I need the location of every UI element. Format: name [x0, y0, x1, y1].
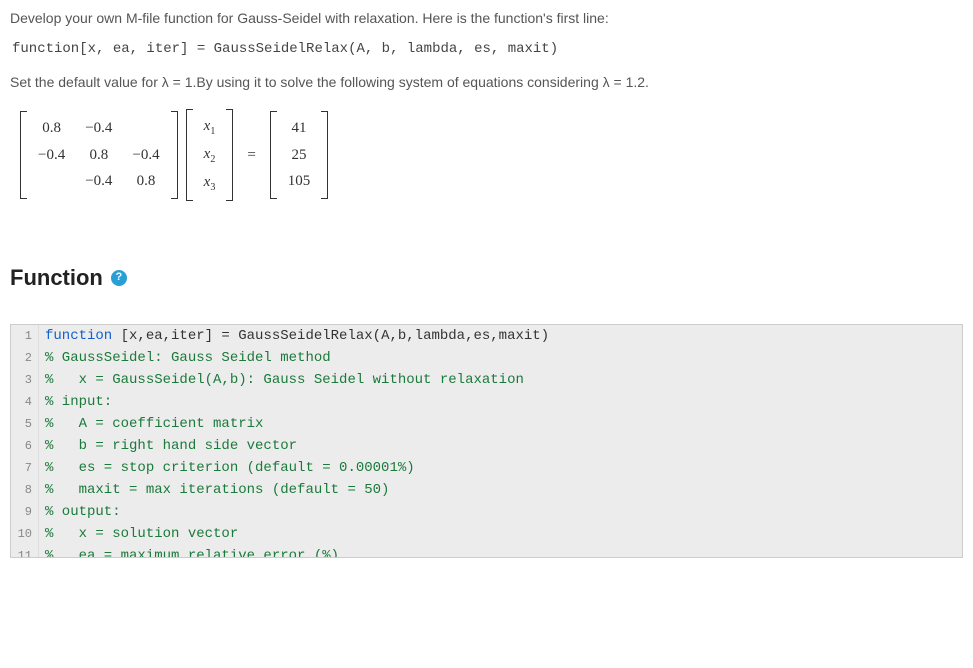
line-number: 6 [11, 435, 39, 457]
function-heading-text: Function [10, 261, 103, 294]
code-line: 2 % GaussSeidel: Gauss Seidel method [11, 347, 962, 369]
code-editor[interactable]: 1 function [x,ea,iter] = GaussSeidelRela… [10, 324, 963, 558]
code-signature: function[x, ea, iter] = GaussSeidelRelax… [12, 39, 963, 60]
line-number: 5 [11, 413, 39, 435]
matrix-a-cell [122, 115, 169, 142]
line-number: 8 [11, 479, 39, 501]
code-line: 5 % A = coefficient matrix [11, 413, 962, 435]
vector-x-cell: x3 [194, 169, 226, 197]
code-line: 8 % maxit = max iterations (default = 50… [11, 479, 962, 501]
line-content: % maxit = max iterations (default = 50) [39, 479, 389, 501]
line-content: % x = GaussSeidel(A,b): Gauss Seidel wit… [39, 369, 524, 391]
code-line: 7 % es = stop criterion (default = 0.000… [11, 457, 962, 479]
function-section-heading: Function ? [10, 261, 963, 294]
vector-b: 41 25 105 [270, 111, 329, 199]
line-content: % output: [39, 501, 121, 523]
line-content: % input: [39, 391, 112, 413]
line-content: % A = coefficient matrix [39, 413, 263, 435]
line-number: 3 [11, 369, 39, 391]
vector-x: x1 x2 x3 [186, 109, 234, 201]
matrix-equation: 0.8 −0.4 −0.4 0.8 −0.4 −0.4 0.8 x1 x2 x3… [20, 109, 963, 201]
code-line: 6 % b = right hand side vector [11, 435, 962, 457]
line-content: function [x,ea,iter] = GaussSeidelRelax(… [39, 325, 549, 347]
line-content: % es = stop criterion (default = 0.00001… [39, 457, 415, 479]
code-line: 11 % ea = maximum relative error (%) [11, 545, 962, 557]
line-number: 10 [11, 523, 39, 545]
line-number: 11 [11, 545, 39, 557]
code-line: 3 % x = GaussSeidel(A,b): Gauss Seidel w… [11, 369, 962, 391]
matrix-a-cell: 0.8 [75, 142, 122, 169]
line-content: % GaussSeidel: Gauss Seidel method [39, 347, 331, 369]
matrix-a-cell [28, 168, 75, 195]
vector-b-cell: 25 [278, 142, 321, 169]
code-line: 10 % x = solution vector [11, 523, 962, 545]
matrix-a: 0.8 −0.4 −0.4 0.8 −0.4 −0.4 0.8 [20, 111, 178, 199]
line-content: % ea = maximum relative error (%) [39, 545, 339, 557]
matrix-a-cell: 0.8 [122, 168, 169, 195]
vector-x-cell: x2 [194, 141, 226, 169]
equals-sign: = [247, 144, 255, 167]
matrix-a-cell: −0.4 [75, 168, 122, 195]
code-line: 9 % output: [11, 501, 962, 523]
line-number: 2 [11, 347, 39, 369]
vector-b-cell: 105 [278, 168, 321, 195]
line-number: 9 [11, 501, 39, 523]
problem-instruction-text: Set the default value for λ = 1.By using… [10, 72, 963, 93]
signature-keyword: function [12, 41, 79, 57]
matrix-a-cell: −0.4 [122, 142, 169, 169]
code-line: 4 % input: [11, 391, 962, 413]
code-line: 1 function [x,ea,iter] = GaussSeidelRela… [11, 325, 962, 347]
line-number: 4 [11, 391, 39, 413]
line-number: 1 [11, 325, 39, 347]
problem-intro-text: Develop your own M-file function for Gau… [10, 8, 963, 29]
matrix-a-cell: −0.4 [28, 142, 75, 169]
line-content: % x = solution vector [39, 523, 238, 545]
matrix-a-cell: −0.4 [75, 115, 122, 142]
line-content: % b = right hand side vector [39, 435, 297, 457]
line-number: 7 [11, 457, 39, 479]
matrix-a-cell: 0.8 [28, 115, 75, 142]
signature-body: [x, ea, iter] = GaussSeidelRelax(A, b, l… [79, 41, 558, 57]
vector-x-cell: x1 [194, 113, 226, 141]
help-icon[interactable]: ? [111, 270, 127, 286]
vector-b-cell: 41 [278, 115, 321, 142]
